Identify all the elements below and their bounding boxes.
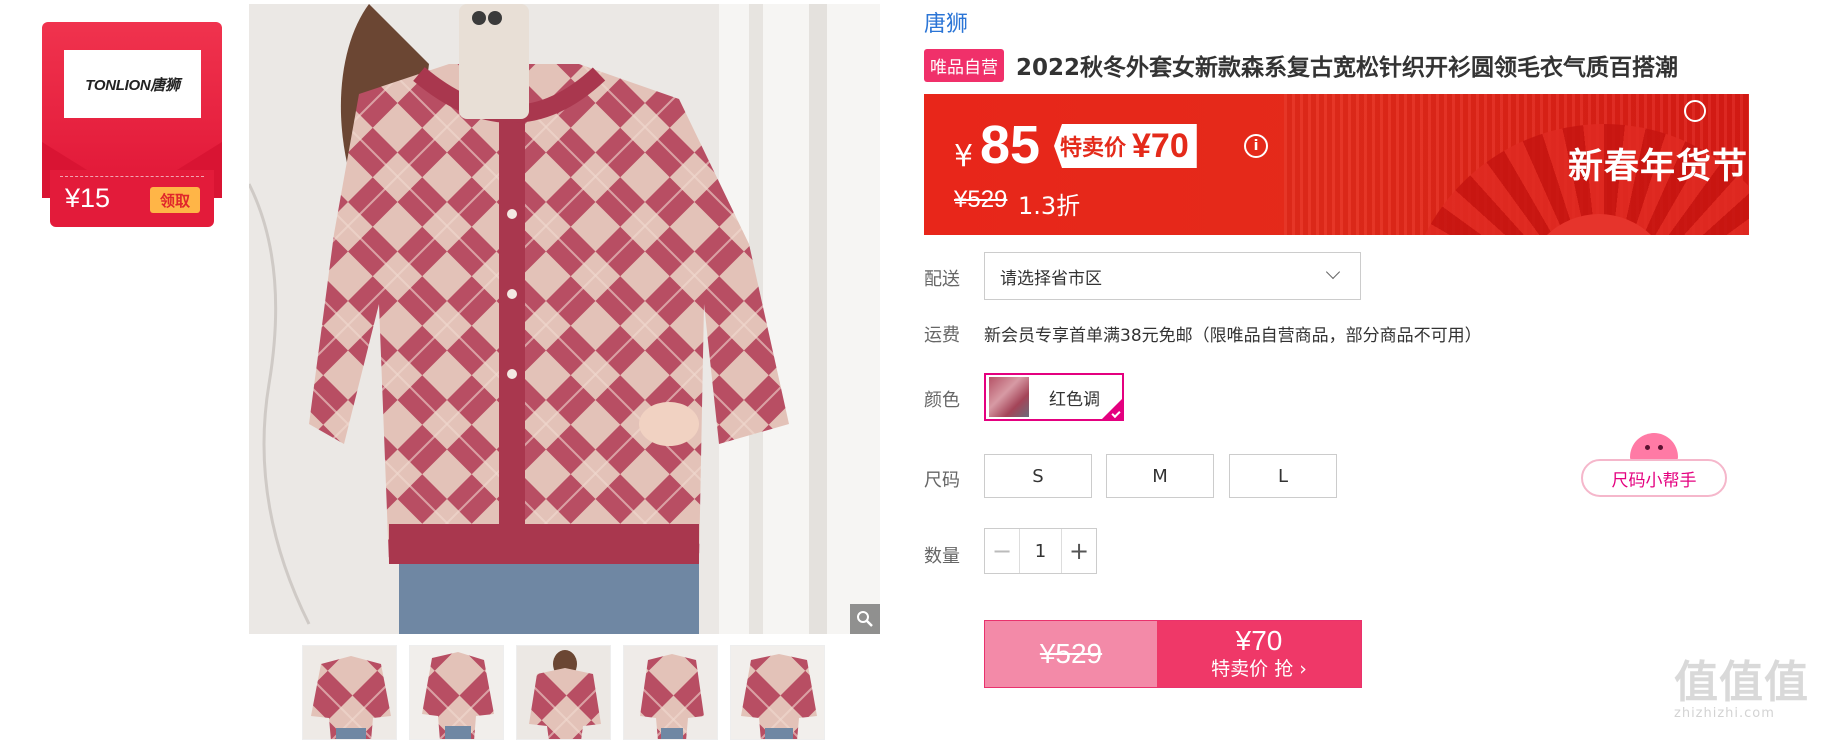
special-price-tag: 特卖价 ¥70 — [1054, 124, 1197, 168]
buy-original-price: ¥529 — [985, 621, 1157, 687]
product-title: 2022秋冬外套女新款森系复古宽松针织开衫圆领毛衣气质百搭潮 — [1016, 55, 1679, 81]
special-price-label: 特卖价 — [1060, 136, 1127, 161]
size-option-m[interactable]: M — [1106, 454, 1214, 498]
special-price-value: ¥70 — [1132, 126, 1189, 165]
site-watermark: 值值值 zhizhizhi.com — [1674, 657, 1809, 722]
watermark-site: zhizhizhi.com — [1674, 706, 1775, 721]
thumbnail-image — [517, 646, 610, 739]
shipping-label: 运费 — [924, 325, 960, 346]
thumbnail-image — [731, 646, 824, 739]
chevron-down-icon — [1325, 264, 1341, 280]
color-option-selected[interactable]: 红色调 — [984, 373, 1124, 421]
color-name: 红色调 — [1049, 389, 1100, 410]
thumbnail-image — [624, 646, 717, 739]
title-row: 唯品自营 2022秋冬外套女新款森系复古宽松针织开衫圆领毛衣气质百搭潮 — [924, 48, 1678, 82]
color-swatch — [989, 377, 1029, 417]
main-product-image[interactable] — [249, 4, 880, 634]
coupon-footer: ¥15 领取 — [50, 170, 214, 227]
festival-label: 新春年货节 — [1568, 147, 1749, 187]
current-price: 85 — [980, 115, 1041, 175]
increment-button[interactable]: + — [1062, 529, 1096, 573]
zoom-button[interactable] — [850, 604, 880, 634]
magnifier-icon — [857, 611, 873, 627]
discount-label: 1.3折 — [1018, 192, 1081, 220]
claim-coupon-button[interactable]: 领取 — [150, 187, 200, 213]
delivery-label: 配送 — [924, 269, 960, 290]
size-helper-button[interactable]: 尺码小帮手 — [1581, 459, 1727, 497]
coin-icon — [1684, 100, 1706, 122]
shipping-info: 新会员专享首单满38元免邮（限唯品自营商品，部分商品不可用） — [984, 326, 1482, 346]
buy-now-button[interactable]: ¥70 特卖价 抢 › — [1157, 621, 1361, 687]
brand-logo: TONLION唐狮 — [64, 50, 201, 118]
size-option-l[interactable]: L — [1229, 454, 1337, 498]
price-currency: ¥ — [954, 139, 974, 174]
self-operated-badge: 唯品自营 — [924, 48, 1004, 82]
thumbnail[interactable] — [302, 645, 397, 740]
thumbnail-strip — [302, 645, 825, 740]
quantity-label: 数量 — [924, 546, 960, 567]
brand-link[interactable]: 唐狮 — [924, 6, 968, 38]
quantity-stepper: − 1 + — [984, 528, 1097, 574]
thumbnail-image — [303, 646, 396, 739]
size-option-s[interactable]: S — [984, 454, 1092, 498]
region-select[interactable]: 请选择省市区 — [984, 252, 1361, 300]
quantity-value[interactable]: 1 — [1019, 529, 1062, 573]
coupon-divider — [60, 176, 204, 177]
store-coupon-card[interactable]: TONLION唐狮 ¥15 领取 — [42, 22, 222, 227]
coupon-amount: ¥15 — [65, 183, 111, 213]
price-banner: ¥ 85 特卖价 ¥70 i ¥529 1.3折 新春年货节 — [924, 94, 1749, 235]
size-label: 尺码 — [924, 470, 960, 491]
thumbnail[interactable] — [623, 645, 718, 740]
thumbnail[interactable] — [409, 645, 504, 740]
brand-logo-text: TONLION唐狮 — [85, 76, 180, 94]
decrement-button[interactable]: − — [985, 529, 1019, 573]
buy-price: ¥70 — [1235, 625, 1283, 656]
region-select-placeholder: 请选择省市区 — [1000, 268, 1102, 289]
thumbnail[interactable] — [730, 645, 825, 740]
list-price: ¥529 — [954, 186, 1008, 213]
info-icon[interactable]: i — [1244, 134, 1268, 158]
thumbnail-image — [410, 646, 503, 739]
buy-label: 特卖价 抢 › — [1211, 658, 1307, 680]
watermark-mark: 值值值 — [1674, 657, 1809, 708]
buy-bar: ¥529 ¥70 特卖价 抢 › — [984, 620, 1362, 688]
color-label: 颜色 — [924, 390, 960, 411]
thumbnail[interactable] — [516, 645, 611, 740]
cardigan-photo — [249, 4, 880, 634]
